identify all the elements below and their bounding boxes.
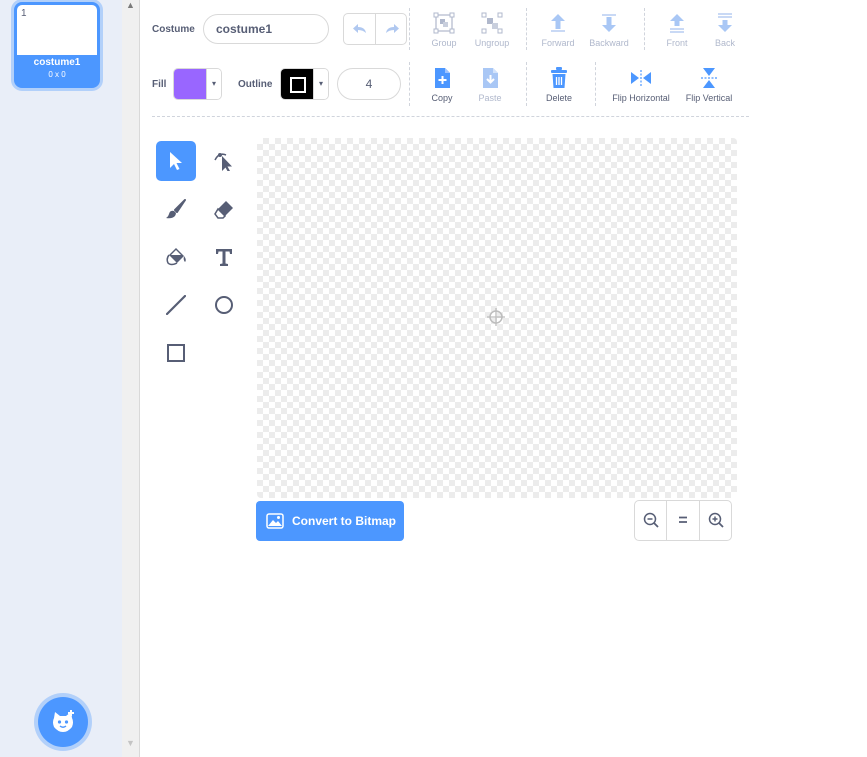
- costume-number: 1: [21, 8, 27, 19]
- outline-dropdown-arrow-icon: ▾: [313, 69, 328, 99]
- costume-list: 1 costume1 0 x 0: [0, 0, 122, 757]
- redo-icon: [385, 24, 399, 33]
- fill-color-swatch: [174, 69, 206, 99]
- circle-tool-button[interactable]: [204, 285, 244, 325]
- costume-name-label: Costume: [152, 24, 195, 35]
- outline-color-swatch: [281, 69, 313, 99]
- circle-icon: [215, 296, 233, 314]
- select-tool-button[interactable]: [156, 141, 196, 181]
- divider: [595, 62, 596, 106]
- costume-tile-selected[interactable]: 1 costume1 0 x 0: [14, 2, 100, 88]
- eraser-icon: [214, 201, 233, 219]
- costume-tile-size: 0 x 0: [48, 70, 66, 79]
- ungroup-icon: [481, 12, 503, 34]
- text-icon: [216, 249, 232, 266]
- divider: [409, 8, 410, 50]
- front-icon: [670, 14, 684, 33]
- costume-name-input[interactable]: costume1: [203, 14, 329, 44]
- rectangle-tool-button[interactable]: [156, 333, 196, 373]
- paste-icon: [483, 68, 498, 88]
- zoom-in-icon: [708, 512, 724, 528]
- crosshair-icon: [487, 308, 505, 326]
- ungroup-button[interactable]: Ungroup: [462, 12, 522, 48]
- scroll-up-arrow-icon[interactable]: ▲: [126, 0, 135, 10]
- paste-button[interactable]: Paste: [460, 67, 520, 103]
- back-icon: [718, 13, 732, 32]
- paint-canvas[interactable]: [257, 138, 737, 498]
- flip-horizontal-icon: [631, 70, 651, 86]
- zoom-out-button[interactable]: [635, 501, 666, 540]
- toolbar-divider: [152, 116, 749, 117]
- fill-label: Fill: [152, 79, 167, 90]
- fill-dropdown-arrow-icon: ▾: [206, 69, 221, 99]
- costume-list-scrollbar[interactable]: ▲ ▼: [122, 0, 140, 757]
- add-costume-button[interactable]: [38, 697, 88, 747]
- divider: [644, 8, 645, 50]
- costume-thumbnail: 1: [17, 5, 97, 55]
- brush-icon: [166, 199, 186, 219]
- zoom-reset-icon: [679, 516, 688, 523]
- fill-tool-button[interactable]: [156, 237, 196, 277]
- add-costume-cat-icon: [53, 710, 74, 732]
- brush-tool-button[interactable]: [156, 189, 196, 229]
- outline-label: Outline: [238, 79, 273, 90]
- delete-label: Delete: [545, 93, 572, 103]
- reshape-icon: [214, 153, 232, 171]
- backward-label: Backward: [589, 38, 629, 48]
- undo-icon: [353, 24, 366, 33]
- copy-icon: [435, 68, 450, 88]
- undo-button[interactable]: [344, 14, 375, 44]
- redo-button[interactable]: [374, 14, 407, 44]
- eraser-tool-button[interactable]: [204, 189, 244, 229]
- costume-tile-name: costume1: [33, 57, 81, 68]
- flip-horizontal-button[interactable]: Flip Horizontal: [606, 67, 676, 103]
- paint-bucket-icon: [166, 248, 186, 266]
- line-icon: [166, 295, 186, 315]
- backward-icon: [602, 14, 616, 32]
- backward-button[interactable]: Backward: [579, 12, 639, 48]
- reshape-tool-button[interactable]: [204, 141, 244, 181]
- delete-button[interactable]: Delete: [529, 67, 589, 103]
- back-button[interactable]: Back: [695, 12, 755, 48]
- undo-redo-group: [343, 13, 407, 45]
- outline-color-picker[interactable]: ▾: [280, 68, 329, 100]
- flip-vertical-label: Flip Vertical: [685, 93, 733, 103]
- zoom-reset-button[interactable]: [666, 501, 698, 540]
- fill-color-picker[interactable]: ▾: [173, 68, 222, 100]
- divider: [526, 8, 527, 50]
- convert-to-bitmap-button[interactable]: Convert to Bitmap: [256, 501, 404, 541]
- zoom-out-icon: [643, 512, 659, 528]
- line-tool-button[interactable]: [156, 285, 196, 325]
- paste-label: Paste: [478, 93, 502, 103]
- rectangle-icon: [167, 344, 185, 362]
- convert-to-bitmap-label: Convert to Bitmap: [292, 514, 397, 528]
- divider: [526, 62, 527, 106]
- flip-vertical-button[interactable]: Flip Vertical: [676, 67, 742, 103]
- forward-icon: [551, 14, 565, 32]
- outline-width-input[interactable]: 4: [337, 68, 401, 100]
- zoom-in-button[interactable]: [698, 501, 731, 540]
- scroll-down-arrow-icon[interactable]: ▼: [126, 738, 135, 748]
- divider: [409, 62, 410, 106]
- back-label: Back: [714, 38, 735, 48]
- zoom-controls: [634, 500, 732, 541]
- image-icon: [266, 513, 284, 529]
- trash-icon: [551, 67, 567, 88]
- flip-horizontal-label: Flip Horizontal: [612, 93, 670, 103]
- select-arrow-icon: [170, 152, 182, 170]
- flip-vertical-icon: [701, 68, 717, 88]
- text-tool-button[interactable]: [204, 237, 244, 277]
- ungroup-label: Ungroup: [474, 38, 510, 48]
- group-icon: [433, 12, 455, 34]
